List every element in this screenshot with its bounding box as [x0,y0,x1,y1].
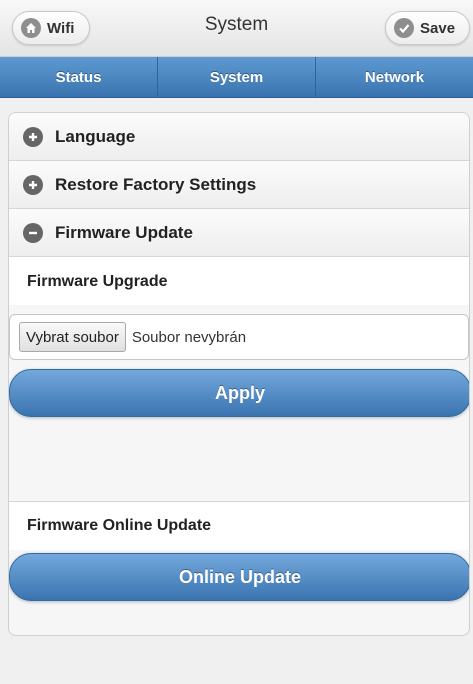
online-update-button[interactable]: Online Update [9,553,469,601]
file-input[interactable]: Vybrat soubor Soubor nevybrán [9,314,469,360]
tab-network[interactable]: Network [316,57,473,97]
section-language-label: Language [55,126,136,146]
tab-bar: Status System Network [0,57,473,98]
header-bar: Wifi System Save [0,0,473,57]
section-restore-label: Restore Factory Settings [55,174,257,194]
section-restore-factory[interactable]: Restore Factory Settings [9,161,469,209]
save-button[interactable]: Save [385,11,470,45]
choose-file-button[interactable]: Vybrat soubor [19,322,126,352]
check-icon [394,18,414,38]
firmware-online-area: Firmware Online Update [9,501,469,550]
minus-icon [23,222,43,243]
section-firmware-update[interactable]: Firmware Update [9,209,469,257]
plus-icon [23,174,43,195]
section-firmware-label: Firmware Update [55,222,193,242]
firmware-upgrade-area: Firmware Upgrade [9,257,469,305]
firmware-upgrade-label: Firmware Upgrade [27,273,168,290]
tab-status[interactable]: Status [0,57,158,97]
no-file-text: Soubor nevybrán [131,328,247,346]
apply-button[interactable]: Apply [9,369,469,417]
settings-panel: Language Restore Factory Settings Firmwa… [8,112,470,636]
save-button-label: Save [420,19,456,37]
firmware-online-label: Firmware Online Update [27,517,212,534]
plus-icon [23,126,43,147]
section-language[interactable]: Language [9,113,469,161]
tab-system[interactable]: System [158,57,316,97]
